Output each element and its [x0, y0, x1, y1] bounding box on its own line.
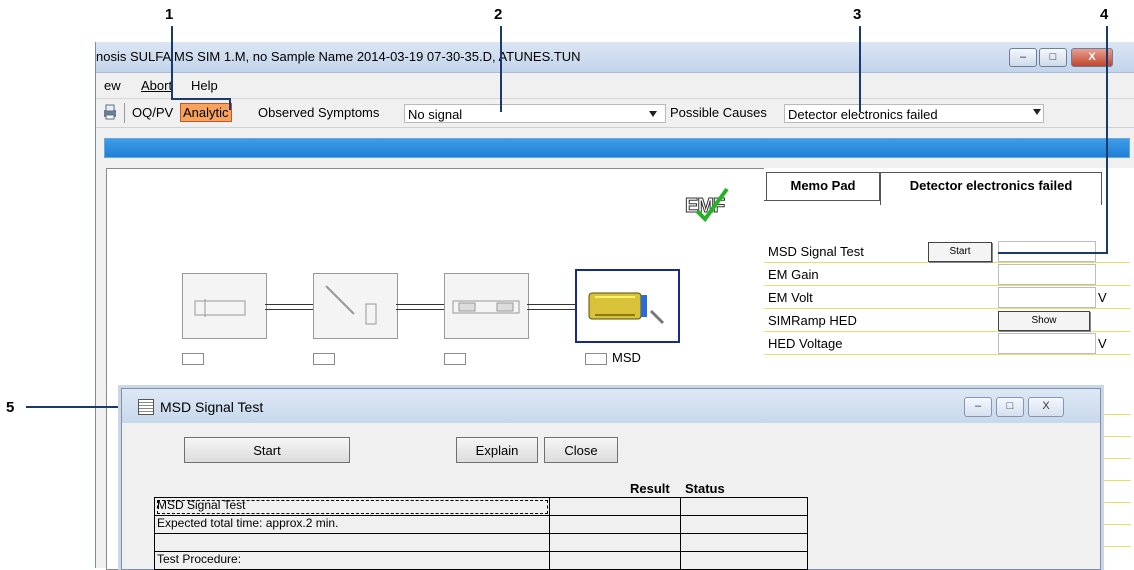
table-row: Expected total time: approx.2 min.: [154, 515, 808, 534]
tab-detector-electronics[interactable]: Detector electronics failed: [880, 172, 1102, 205]
emf-logo: EMF: [684, 185, 735, 225]
title-bar: nosis SULFA MS SIM 1.M, no Sample Name 2…: [96, 42, 1134, 73]
table-cell: [680, 551, 808, 570]
table-cell: [154, 533, 550, 552]
causes-dropdown-icon[interactable]: [1033, 109, 1041, 115]
connector-line: [527, 304, 575, 310]
injector-component[interactable]: [182, 273, 267, 339]
autosampler-component[interactable]: [313, 273, 398, 339]
table-cell: [549, 515, 681, 534]
table-cell: Test Procedure:: [154, 551, 550, 570]
table-cell: MSD Signal Test: [154, 497, 550, 516]
connector-line: [396, 304, 444, 310]
callout-4: 4: [1100, 6, 1109, 23]
callout-1: 1: [165, 6, 174, 23]
simramp-show-button[interactable]: Show: [998, 311, 1090, 331]
observed-symptoms-label: Observed Symptoms: [258, 105, 380, 120]
observed-symptoms-select[interactable]: No signal: [404, 104, 666, 123]
possible-causes-label: Possible Causes: [670, 105, 767, 120]
toolbar: OQ/PV Analytic Observed Symptoms No sign…: [96, 98, 1134, 128]
table-cell: [680, 497, 808, 516]
callout-line-3: [859, 26, 861, 112]
hed-voltage-unit: V: [1098, 336, 1107, 351]
result-column-header: Result: [630, 481, 670, 496]
callout-line-1b: [171, 98, 231, 100]
possible-causes-select[interactable]: Detector electronics failed: [784, 104, 1044, 123]
dialog-explain-button[interactable]: Explain: [456, 437, 538, 463]
callout-line-1: [171, 26, 173, 99]
table-cell: [549, 533, 681, 552]
table-cell: [680, 515, 808, 534]
tab-underline: [764, 200, 880, 201]
em-volt-unit: V: [1098, 290, 1107, 305]
dialog-start-button[interactable]: Start: [184, 437, 350, 463]
results-table: MSD Signal Test Expected total time: app…: [154, 497, 808, 570]
dialog-close-button[interactable]: X: [1028, 397, 1064, 417]
status-slot: [313, 353, 335, 365]
connector-line: [265, 304, 313, 310]
minimize-button[interactable]: –: [1009, 48, 1037, 67]
callout-3: 3: [853, 6, 862, 23]
status-slot: [182, 353, 204, 365]
analytic-button[interactable]: Analytic: [180, 103, 232, 122]
callout-line-5: [26, 406, 124, 408]
table-row: MSD Signal Test: [154, 497, 808, 516]
hed-voltage-field: [998, 333, 1096, 354]
dialog-minimize-button[interactable]: –: [964, 397, 992, 417]
dialog-document-icon: [138, 399, 154, 415]
msd-signal-test-dialog: MSD Signal Test – □ X Start Explain Clos…: [121, 388, 1101, 570]
callout-line-2: [500, 26, 502, 112]
status-slot: [444, 353, 466, 365]
observed-symptoms-value: No signal: [408, 107, 463, 122]
progress-bar: [104, 138, 1130, 158]
window-title: nosis SULFA MS SIM 1.M, no Sample Name 2…: [96, 49, 581, 64]
oqpv-button[interactable]: OQ/PV: [132, 105, 173, 120]
menu-view[interactable]: ew: [104, 78, 121, 93]
toolbar-separator: [124, 103, 125, 123]
table-row: [154, 533, 808, 552]
dialog-close-action-button[interactable]: Close: [544, 437, 618, 463]
table-cell: Expected total time: approx.2 min.: [154, 515, 550, 534]
row-em-gain: EM Gain: [764, 263, 1130, 286]
callout-line-4b: [998, 252, 1108, 254]
table-row: Test Procedure:: [154, 551, 808, 570]
column-component[interactable]: [444, 273, 529, 339]
menu-help[interactable]: Help: [191, 78, 218, 93]
observed-dropdown-icon[interactable]: [649, 111, 657, 117]
callout-5: 5: [6, 399, 15, 416]
status-column-header: Status: [685, 481, 725, 496]
dialog-maximize-button[interactable]: □: [996, 397, 1024, 417]
dialog-title: MSD Signal Test: [160, 399, 264, 415]
row-em-volt: EM Volt V: [764, 286, 1130, 309]
callout-line-1c: [229, 98, 231, 110]
tab-memo-pad[interactable]: Memo Pad: [766, 172, 880, 201]
status-slot: [585, 353, 607, 365]
table-cell: [549, 497, 681, 516]
dialog-title-bar: MSD Signal Test – □ X: [122, 389, 1100, 423]
callout-line-4: [1106, 26, 1108, 254]
check-icon: [695, 187, 729, 223]
callout-2: 2: [494, 6, 503, 23]
msd-component[interactable]: [575, 269, 680, 343]
menu-abort[interactable]: Abort: [141, 78, 172, 93]
em-gain-field: [998, 264, 1096, 285]
possible-causes-value: Detector electronics failed: [788, 107, 938, 122]
row-hed-voltage: HED Voltage V: [764, 332, 1130, 355]
msd-label: MSD: [612, 350, 641, 365]
menu-bar: ew Abort Help: [96, 76, 1134, 96]
table-cell: [549, 551, 681, 570]
table-cell: [680, 533, 808, 552]
em-volt-field: [998, 287, 1096, 308]
print-icon[interactable]: [102, 104, 118, 120]
maximize-button[interactable]: □: [1039, 48, 1067, 67]
row-simramp-hed: SIMRamp HED Show: [764, 309, 1130, 332]
msd-signal-start-button[interactable]: Start: [928, 242, 992, 262]
